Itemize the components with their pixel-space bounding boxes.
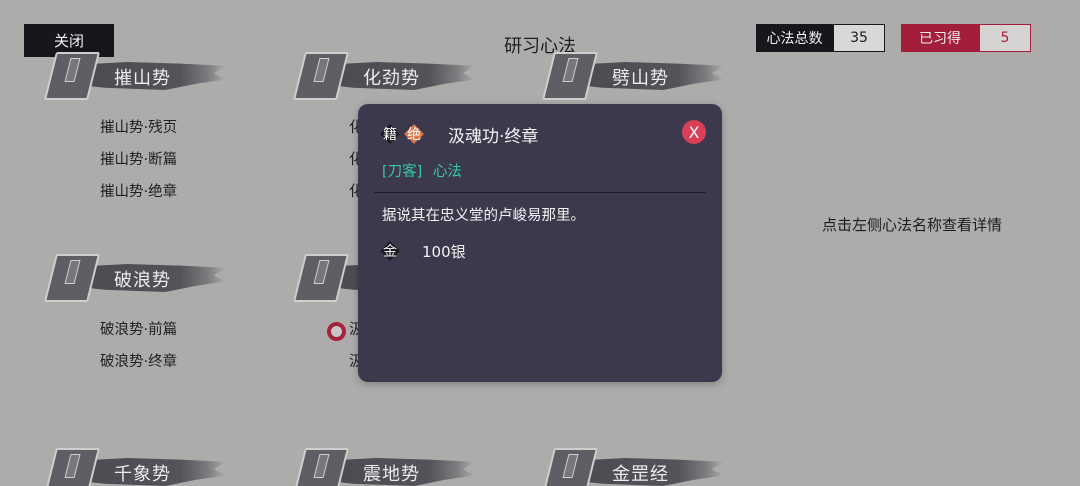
book-icon (293, 254, 349, 302)
popup-divider (374, 192, 706, 193)
skill-group-title: 破浪势 (114, 270, 171, 291)
skill-group-header[interactable]: 化劲势 (293, 52, 487, 100)
skill-group: 摧山势 摧山势·残页 摧山势·断篇 摧山势·绝章 (44, 52, 238, 200)
skill-group: 千象势 (44, 448, 238, 486)
detail-hint: 点击左侧心法名称查看详情 (822, 216, 1003, 234)
skill-group-title: 千象势 (114, 464, 171, 485)
class-tag: [刀客] (382, 164, 423, 180)
skill-group-header[interactable]: 震地势 (293, 448, 487, 486)
selected-ring-icon (327, 322, 346, 341)
skill-item[interactable]: 破浪势·前篇 (100, 314, 177, 346)
skill-group: 金罡经 (542, 448, 736, 486)
type-tag: 心法 (432, 164, 462, 180)
book-type-label: 籍 (383, 127, 397, 143)
skill-group-title: 化劲势 (363, 68, 420, 89)
book-icon (293, 448, 349, 486)
rank-badge: 绝 (404, 124, 424, 144)
skill-item[interactable]: 摧山势·残页 (100, 112, 177, 144)
skill-item[interactable]: 摧山势·绝章 (100, 176, 177, 208)
book-icon (542, 52, 598, 100)
price-value: 100银 (422, 242, 466, 261)
skill-item[interactable]: 摧山势·断篇 (100, 144, 177, 176)
skill-group-title: 劈山势 (612, 68, 669, 89)
gold-icon: 金 (380, 241, 400, 261)
skill-group: 化劲势 化 化 化 (293, 52, 487, 200)
learned-count-badge: 已习得 5 (901, 24, 1031, 52)
popup-subtitle: [刀客] 心法 (382, 160, 462, 181)
skill-group-header[interactable]: 金罡经 (542, 448, 736, 486)
book-type-badge: 籍 (380, 124, 400, 144)
popup-description: 据说其在忠义堂的卢峻易那里。 (382, 208, 585, 224)
gold-label: 金 (383, 244, 397, 260)
learned-count-label: 已习得 (901, 24, 979, 52)
rank-label: 绝 (407, 127, 421, 143)
popup-title: 汲魂功·终章 (448, 127, 539, 147)
book-icon (44, 448, 100, 486)
book-icon (293, 52, 349, 100)
skill-group: 破浪势 破浪势·前篇 破浪势·终章 (44, 254, 238, 370)
skill-group: 震地势 (293, 448, 487, 486)
skill-group-header[interactable]: 千象势 (44, 448, 238, 486)
skill-group-title: 摧山势 (114, 68, 171, 89)
book-icon (44, 52, 100, 100)
skill-group-header[interactable]: 摧山势 (44, 52, 238, 100)
skill-group: 劈山势 (542, 52, 736, 100)
skill-group-title: 震地势 (363, 464, 420, 485)
skill-group-header[interactable]: 劈山势 (542, 52, 736, 100)
skill-list: 摧山势·残页 摧山势·断篇 摧山势·绝章 (100, 112, 177, 208)
book-icon (44, 254, 100, 302)
skill-item[interactable]: 破浪势·终章 (100, 346, 177, 378)
price-row: 金 100银 (380, 238, 466, 264)
skill-detail-popup: 籍 绝 汲魂功·终章 X [刀客] 心法 据说其在忠义堂的卢峻易那里。 金 10… (358, 104, 722, 382)
total-count-label: 心法总数 (756, 24, 833, 52)
skill-list: 破浪势·前篇 破浪势·终章 (100, 314, 177, 378)
total-count-badge: 心法总数 35 (756, 24, 885, 52)
book-icon (542, 448, 598, 486)
popup-close-button[interactable]: X (682, 120, 706, 144)
skill-group-header[interactable]: 破浪势 (44, 254, 238, 302)
skill-group-title: 金罡经 (612, 464, 669, 485)
learned-count-value: 5 (979, 24, 1031, 52)
total-count-value: 35 (833, 24, 885, 52)
